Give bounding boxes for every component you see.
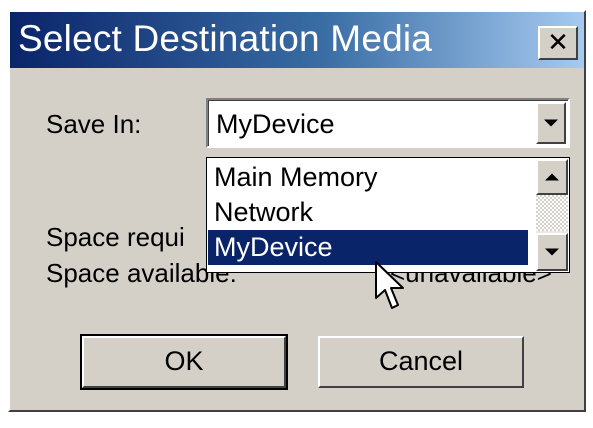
save-in-combobox[interactable]: MyDevice [206,98,570,148]
list-item-mydevice[interactable]: MyDevice [208,230,528,265]
save-in-value: MyDevice [216,109,335,139]
list-item-network[interactable]: Network [208,195,528,230]
scroll-track[interactable] [536,195,568,231]
chevron-down-icon [545,248,559,256]
combo-dropdown-button[interactable] [536,102,566,144]
chevron-down-icon [544,119,558,127]
dropdown-scrollbar[interactable] [536,159,568,271]
scroll-down-button[interactable] [536,233,568,271]
chevron-up-icon [545,173,559,181]
cancel-button[interactable]: Cancel [318,336,524,388]
window-title: Select Destination Media [18,18,433,59]
close-icon: ✕ [547,27,569,57]
mouse-pointer-icon [375,261,404,309]
title-bar[interactable]: Select Destination Media ✕ [10,12,584,68]
list-item-main-memory[interactable]: Main Memory [208,160,528,195]
select-destination-dialog: Select Destination Media ✕ Save In: MyDe… [8,10,586,412]
scroll-up-button[interactable] [536,159,568,195]
save-in-label: Save In: [46,109,142,139]
ok-button[interactable]: OK [80,334,288,390]
save-in-dropdown-list: Main Memory Network MyDevice [206,157,570,273]
close-button[interactable]: ✕ [538,26,578,60]
space-required-label: Space requi [46,222,185,252]
